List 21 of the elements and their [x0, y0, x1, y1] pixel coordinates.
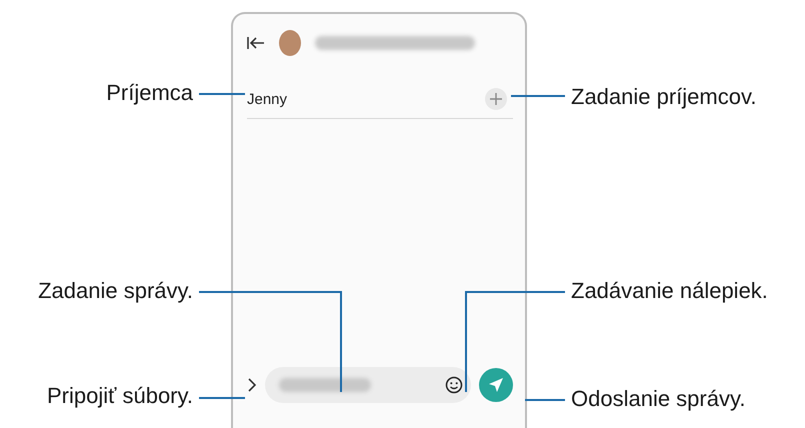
leader-line: [199, 397, 245, 399]
message-field[interactable]: [265, 367, 471, 403]
recipient-field[interactable]: Jenny: [247, 80, 513, 119]
callout-label: Pripojiť súbory.: [46, 383, 193, 409]
callout-label: Zadanie správy.: [38, 278, 193, 304]
callout-label: Odoslanie správy.: [571, 386, 746, 412]
leader-line: [199, 93, 245, 95]
add-recipient-button[interactable]: [485, 88, 507, 110]
callout-label: Zadávanie nálepiek.: [571, 278, 768, 304]
recipient-name: Jenny: [247, 90, 288, 108]
plus-icon: [490, 93, 502, 105]
send-icon: [488, 377, 504, 393]
leader-line: [511, 95, 565, 97]
send-button[interactable]: [479, 368, 513, 402]
avatar: [279, 30, 301, 56]
chevron-right-icon[interactable]: [247, 378, 257, 392]
callout-label: Príjemca: [106, 80, 193, 106]
smiley-icon[interactable]: [445, 376, 463, 394]
callout-label: Zadanie príjemcov.: [571, 84, 756, 110]
leader-line: [525, 399, 565, 401]
back-arrow-icon[interactable]: [247, 36, 265, 50]
